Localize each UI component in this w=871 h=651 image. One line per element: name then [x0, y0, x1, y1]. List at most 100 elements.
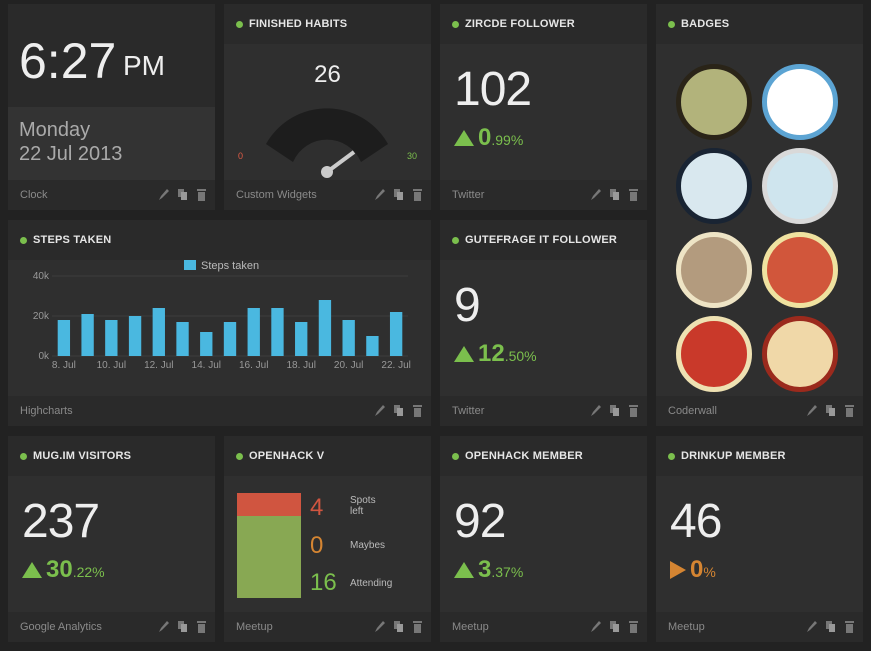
legend-label: Steps taken — [201, 260, 259, 272]
copy-icon[interactable] — [177, 188, 188, 201]
chart-bar — [152, 308, 165, 356]
clock-date: 22 Jul 2013 — [19, 143, 123, 165]
maybes-count: 0 — [310, 532, 324, 559]
trash-icon[interactable] — [628, 404, 639, 417]
drinkup-widget: DRINKUP MEMBER 46 0% Meetup — [656, 436, 863, 642]
widget-body: 26 0 30 — [224, 44, 431, 180]
gauge-icon — [266, 108, 388, 178]
zircde-widget: ZIRCDE FOLLOWER 102 0.99% Twitter — [440, 4, 647, 210]
widget-footer: Google Analytics — [8, 612, 215, 642]
x-tick-label: 16. Jul — [239, 360, 268, 371]
ohmember-widget: OPENHACK MEMBER 92 3.37% Meetup — [440, 436, 647, 642]
widget-footer: Clock — [8, 180, 215, 210]
widget-body: 4 Spots left 0 Maybes 16 Attending — [224, 476, 431, 612]
trash-icon[interactable] — [844, 620, 855, 633]
attending-bar — [237, 516, 301, 598]
pencil-icon[interactable] — [374, 404, 385, 417]
widget-header: OPENHACK MEMBER — [440, 436, 647, 476]
pencil-icon[interactable] — [158, 620, 169, 633]
penguin-nest-badge-icon[interactable] — [762, 148, 838, 224]
trash-icon[interactable] — [412, 188, 423, 201]
raven-badge-icon[interactable] — [676, 148, 752, 224]
widget-header: OPENHACK V — [224, 436, 431, 476]
pencil-icon[interactable] — [590, 620, 601, 633]
copy-icon[interactable] — [177, 620, 188, 633]
walrus-badge-icon[interactable] — [762, 232, 838, 308]
copy-icon[interactable] — [393, 188, 404, 201]
pencil-icon[interactable] — [374, 620, 385, 633]
spider-badge-icon[interactable] — [676, 232, 752, 308]
clock-time: 6:27 — [19, 33, 117, 89]
change-dec: .22% — [72, 564, 105, 580]
trash-icon[interactable] — [844, 404, 855, 417]
widget-title: ZIRCDE FOLLOWER — [465, 18, 575, 30]
x-tick-label: 14. Jul — [192, 360, 221, 371]
pencil-icon[interactable] — [590, 404, 601, 417]
widget-header: ZIRCDE FOLLOWER — [440, 4, 647, 44]
chart-bar — [247, 308, 260, 356]
member-count: 92 — [454, 495, 506, 548]
widget-footer: Meetup — [440, 612, 647, 642]
up-arrow-icon — [454, 346, 474, 362]
footer-label: Meetup — [452, 621, 489, 633]
footer-label: Clock — [20, 189, 48, 201]
widget-body: 46 0% — [656, 476, 863, 612]
change-indicator: 12.50% — [454, 340, 537, 368]
mammoth-badge-icon[interactable] — [676, 64, 752, 140]
x-tick-label: 12. Jul — [144, 360, 173, 371]
footer-label: Custom Widgets — [236, 189, 317, 201]
chart-bar — [366, 336, 379, 356]
widget-body: 102 0.99% — [440, 44, 647, 180]
widget-title: FINISHED HABITS — [249, 18, 348, 30]
chart-bar — [271, 308, 284, 356]
widget-title: OPENHACK MEMBER — [465, 450, 583, 462]
x-tick-label: 22. Jul — [381, 360, 410, 371]
footer-label: Coderwall — [668, 405, 717, 417]
copy-icon[interactable] — [393, 620, 404, 633]
status-dot — [452, 452, 459, 460]
pencil-icon[interactable] — [590, 188, 601, 201]
y-tick-label: 20k — [33, 311, 50, 322]
copy-icon[interactable] — [825, 404, 836, 417]
widget-body: 9 12.50% — [440, 260, 647, 396]
status-dot — [668, 452, 675, 460]
gauge-min: 0 — [238, 151, 244, 161]
steps-widget: STEPS TAKEN Steps taken 0k 20k 40k 8. Jul 10.… — [8, 220, 431, 426]
change-dec: .99% — [491, 132, 524, 148]
member-count: 46 — [670, 495, 722, 548]
widget-title: GUTEFRAGE IT FOLLOWER — [465, 234, 618, 246]
chart-bar — [81, 314, 94, 356]
trash-icon[interactable] — [412, 620, 423, 633]
attending-count: 16 — [310, 569, 337, 596]
marmot-badge-icon[interactable] — [762, 316, 838, 392]
copy-icon[interactable] — [609, 620, 620, 633]
raccoon-badge-icon[interactable] — [762, 64, 838, 140]
copy-icon[interactable] — [609, 188, 620, 201]
status-dot — [236, 452, 243, 460]
widget-footer: Highcharts — [8, 396, 431, 426]
spots-label: Spots left — [350, 495, 376, 517]
trash-icon[interactable] — [412, 404, 423, 417]
attending-label: Attending — [350, 578, 393, 589]
maybes-label: Maybes — [350, 540, 386, 551]
copy-icon[interactable] — [393, 404, 404, 417]
pencil-icon[interactable] — [374, 188, 385, 201]
clock-date-panel: Monday 22 Jul 2013 — [8, 107, 215, 180]
trash-icon[interactable] — [196, 620, 207, 633]
pencil-icon[interactable] — [806, 404, 817, 417]
chart-bar — [318, 300, 332, 356]
trash-icon[interactable] — [628, 620, 639, 633]
copy-icon[interactable] — [609, 404, 620, 417]
widget-footer: Meetup — [224, 612, 431, 642]
x-tick-label: 20. Jul — [334, 360, 363, 371]
trash-icon[interactable] — [628, 188, 639, 201]
copy-icon[interactable] — [825, 620, 836, 633]
trash-icon[interactable] — [196, 188, 207, 201]
status-dot — [20, 236, 27, 244]
marmot-3-badge-icon[interactable] — [676, 316, 752, 392]
chart-bar — [342, 320, 355, 356]
habits-widget: FINISHED HABITS 26 0 30 Custom Widgets — [224, 4, 431, 210]
pencil-icon[interactable] — [158, 188, 169, 201]
pencil-icon[interactable] — [806, 620, 817, 633]
widget-title: DRINKUP MEMBER — [681, 450, 786, 462]
